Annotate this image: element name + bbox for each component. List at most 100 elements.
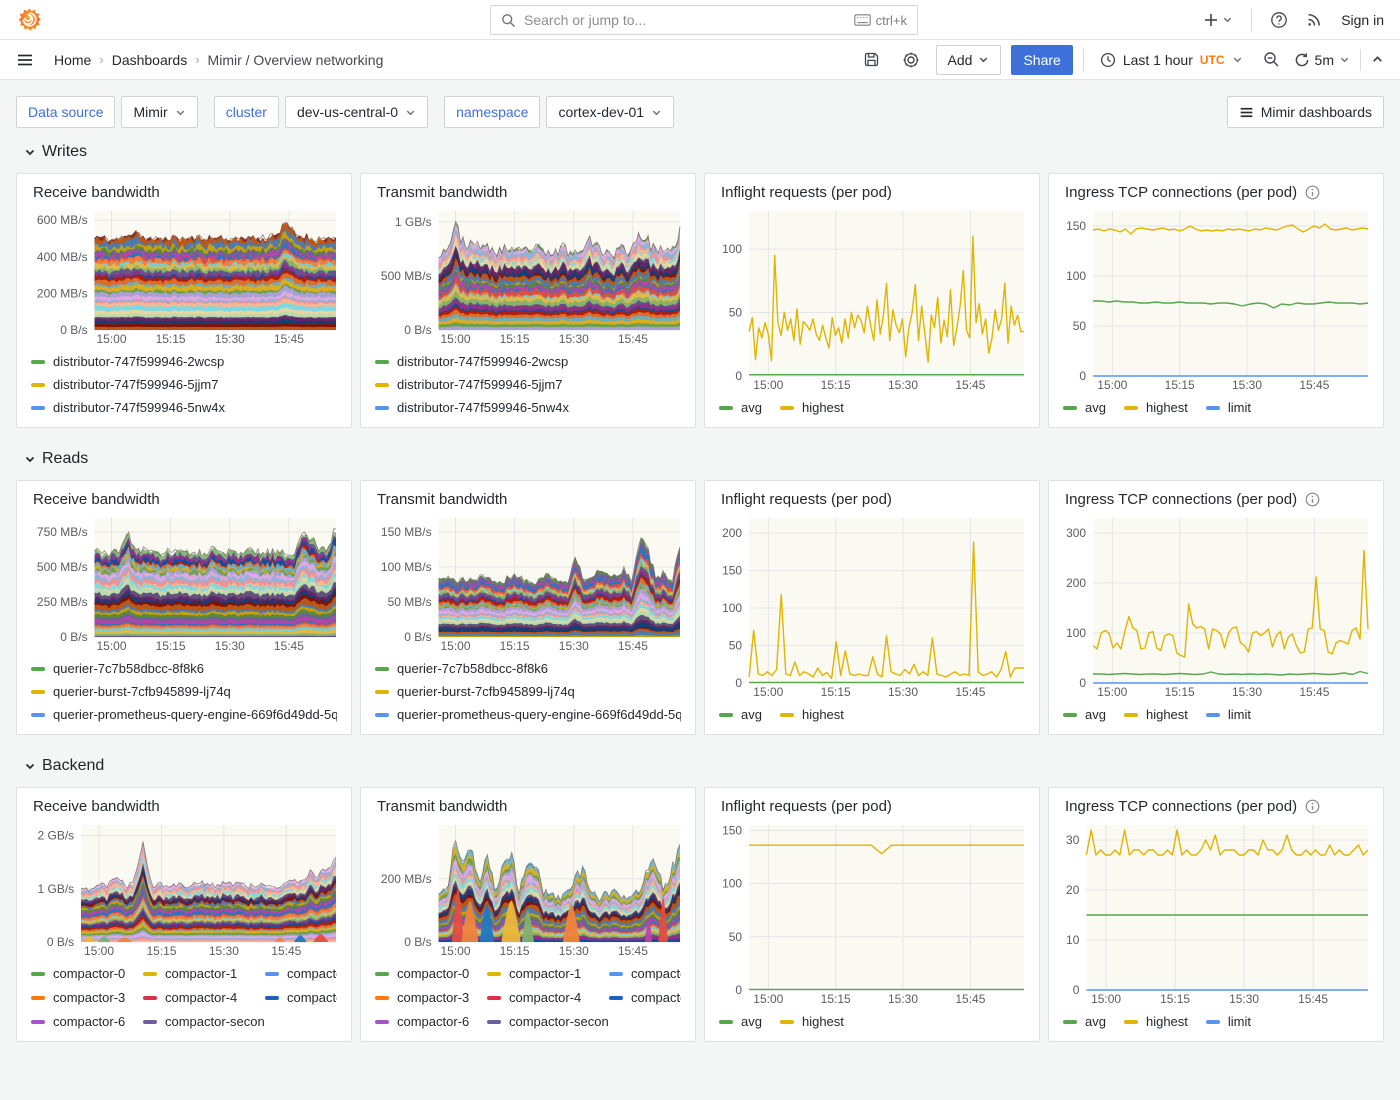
legend-item[interactable]: avg — [1063, 400, 1106, 415]
chart-area[interactable]: 0 B/s500 MB/s1 GB/s15:0015:1515:3015:45 — [373, 205, 683, 347]
legend-item[interactable]: compactor-5 — [609, 986, 681, 1009]
create-menu-button[interactable] — [1203, 12, 1233, 28]
legend-item[interactable]: compactor-4 — [143, 986, 265, 1009]
panel-title[interactable]: Inflight requests (per pod) — [721, 491, 892, 508]
panel-title[interactable]: Inflight requests (per pod) — [721, 798, 892, 815]
legend-item[interactable]: distributor-747f599946-5jjm7 — [31, 373, 337, 396]
legend-item[interactable]: avg — [1063, 707, 1106, 722]
section-header-writes[interactable]: Writes — [24, 143, 1400, 161]
share-button[interactable]: Share — [1011, 45, 1072, 75]
legend-item[interactable]: querier-7c7b58dbcc-8f8k6 — [31, 657, 337, 680]
chart-area[interactable]: 010203015:0015:1515:3015:45 — [1061, 819, 1371, 1007]
namespace-label[interactable]: namespace — [444, 96, 540, 128]
legend-item[interactable]: compactor-2 — [609, 962, 681, 985]
chart-area[interactable]: 0 B/s250 MB/s500 MB/s750 MB/s15:0015:151… — [29, 512, 339, 654]
legend-item[interactable]: distributor-747f599946-2wcsp — [31, 350, 337, 373]
help-button[interactable] — [1270, 11, 1288, 29]
legend-item[interactable]: distributor-747f599946-2wcsp — [375, 350, 681, 373]
legend-item[interactable]: avg — [719, 400, 762, 415]
namespace-select[interactable]: cortex-dev-01 — [546, 96, 674, 128]
legend-item[interactable]: distributor-747f599946-5nw4x — [375, 396, 681, 419]
legend-item[interactable]: compactor-0 — [31, 962, 143, 985]
legend-color-dash — [719, 1020, 733, 1024]
collapse-toolbar-button[interactable] — [1371, 53, 1384, 66]
legend-item[interactable]: limit — [1206, 400, 1251, 415]
legend-item[interactable]: compactor-secondary-0 — [143, 1010, 265, 1033]
panel-title[interactable]: Transmit bandwidth — [377, 491, 507, 508]
panel-title[interactable]: Receive bandwidth — [33, 491, 160, 508]
cluster-label[interactable]: cluster — [214, 96, 279, 128]
legend-item[interactable]: compactor-5 — [265, 986, 337, 1009]
panel-title[interactable]: Ingress TCP connections (per pod) — [1065, 491, 1297, 508]
legend-item[interactable]: compactor-0 — [375, 962, 487, 985]
panel-title[interactable]: Inflight requests (per pod) — [721, 184, 892, 201]
chart-area[interactable]: 0 B/s1 GB/s2 GB/s15:0015:1515:3015:45 — [29, 819, 339, 959]
chart-area[interactable]: 05010015:0015:1515:3015:45 — [717, 205, 1027, 393]
dashboard-settings-button[interactable] — [896, 51, 926, 69]
chart-area[interactable]: 05010015015:0015:1515:3015:45 — [1061, 205, 1371, 393]
legend-item[interactable]: compactor-2 — [265, 962, 337, 985]
section-header-reads[interactable]: Reads — [24, 450, 1400, 468]
panel-title[interactable]: Ingress TCP connections (per pod) — [1065, 184, 1297, 201]
legend-item[interactable]: distributor-747f599946-5nw4x — [31, 396, 337, 419]
search-input[interactable] — [524, 12, 854, 28]
zoom-out-button[interactable] — [1259, 51, 1284, 68]
legend-item[interactable]: compactor-secondary-0 — [487, 1010, 609, 1033]
legend-item[interactable]: compactor-3 — [375, 986, 487, 1009]
legend-item[interactable]: highest — [1124, 707, 1188, 722]
add-button[interactable]: Add — [936, 45, 1002, 75]
chart-area[interactable]: 05010015015:0015:1515:3015:45 — [717, 819, 1027, 1007]
chart-area[interactable]: 0 B/s200 MB/s400 MB/s600 MB/s15:0015:151… — [29, 205, 339, 347]
save-dashboard-button[interactable] — [857, 51, 886, 68]
legend-item[interactable]: avg — [719, 707, 762, 722]
legend-item[interactable]: compactor-1 — [487, 962, 609, 985]
grafana-logo[interactable] — [16, 6, 43, 33]
panel-title[interactable]: Transmit bandwidth — [377, 184, 507, 201]
legend-item[interactable]: querier-burst-7cfb945899-lj74q — [375, 680, 681, 703]
keyboard-icon — [854, 14, 871, 26]
chart-area[interactable]: 0 B/s200 MB/s15:0015:1515:3015:45 — [373, 819, 683, 959]
section-header-backend[interactable]: Backend — [24, 757, 1400, 775]
menu-toggle-button[interactable] — [16, 51, 34, 69]
legend-item[interactable]: compactor-1 — [143, 962, 265, 985]
breadcrumb-dashboards[interactable]: Dashboards — [112, 52, 188, 68]
legend-item[interactable]: highest — [1124, 1014, 1188, 1029]
legend-item[interactable]: compactor-3 — [31, 986, 143, 1009]
legend-item[interactable]: querier-burst-7cfb945899-lj74q — [31, 680, 337, 703]
legend-item[interactable]: highest — [1124, 400, 1188, 415]
panel-title[interactable]: Transmit bandwidth — [377, 798, 507, 815]
news-button[interactable] — [1306, 11, 1323, 28]
legend-item[interactable]: avg — [719, 1014, 762, 1029]
chart-area[interactable]: 05010015020015:0015:1515:3015:45 — [717, 512, 1027, 700]
chart-area[interactable]: 0 B/s50 MB/s100 MB/s150 MB/s15:0015:1515… — [373, 512, 683, 654]
legend-item[interactable]: querier-7c7b58dbcc-8f8k6 — [375, 657, 681, 680]
panel-title[interactable]: Receive bandwidth — [33, 184, 160, 201]
info-icon[interactable] — [1305, 492, 1320, 507]
legend-item[interactable]: limit — [1206, 1014, 1251, 1029]
panel-title[interactable]: Receive bandwidth — [33, 798, 160, 815]
legend-item[interactable]: querier-prometheus-query-engine-669f6d49… — [375, 703, 681, 726]
search-bar[interactable]: ctrl+k — [490, 5, 918, 35]
legend-item[interactable]: highest — [780, 400, 844, 415]
mimir-dashboards-button[interactable]: Mimir dashboards — [1227, 96, 1384, 128]
info-icon[interactable] — [1305, 799, 1320, 814]
legend-item[interactable]: querier-prometheus-query-engine-669f6d49… — [31, 703, 337, 726]
time-range-picker[interactable]: Last 1 hour UTC — [1094, 52, 1249, 68]
refresh-picker[interactable]: 5m — [1294, 52, 1350, 68]
datasource-select[interactable]: Mimir — [121, 96, 197, 128]
legend-item[interactable]: compactor-6 — [375, 1010, 487, 1033]
legend-item[interactable]: limit — [1206, 707, 1251, 722]
panel-title[interactable]: Ingress TCP connections (per pod) — [1065, 798, 1297, 815]
info-icon[interactable] — [1305, 185, 1320, 200]
legend-item[interactable]: compactor-6 — [31, 1010, 143, 1033]
chart-area[interactable]: 010020030015:0015:1515:3015:45 — [1061, 512, 1371, 700]
cluster-select[interactable]: dev-us-central-0 — [285, 96, 428, 128]
legend-item[interactable]: compactor-4 — [487, 986, 609, 1009]
legend-item[interactable]: avg — [1063, 1014, 1106, 1029]
sign-in-link[interactable]: Sign in — [1341, 12, 1384, 28]
legend-item[interactable]: distributor-747f599946-5jjm7 — [375, 373, 681, 396]
legend-item[interactable]: highest — [780, 707, 844, 722]
datasource-label[interactable]: Data source — [16, 96, 115, 128]
legend-item[interactable]: highest — [780, 1014, 844, 1029]
breadcrumb-home[interactable]: Home — [54, 52, 91, 68]
